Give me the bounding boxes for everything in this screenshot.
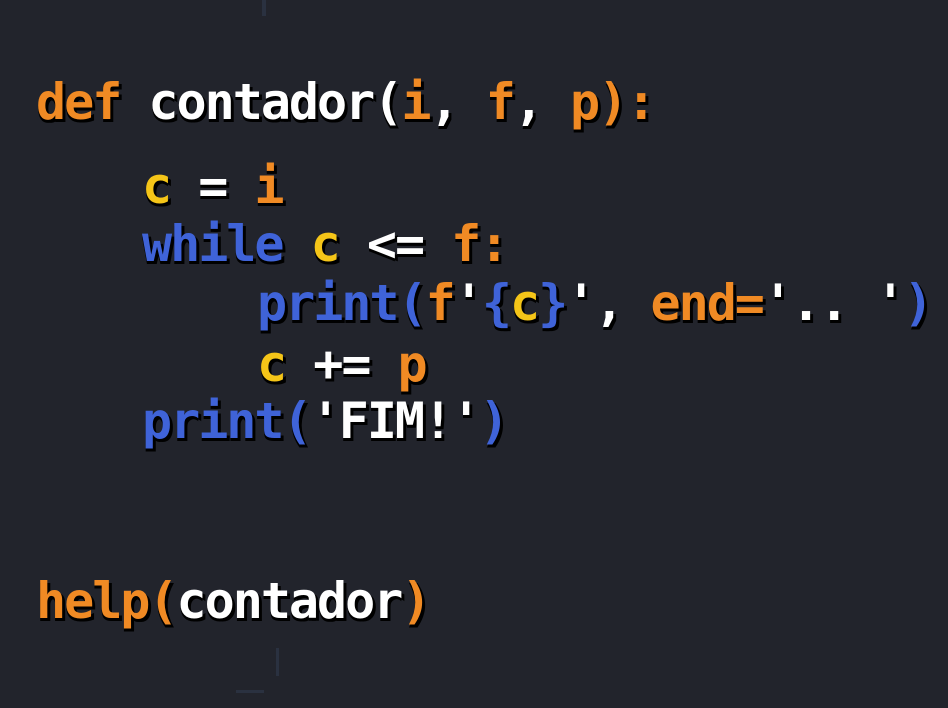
code-token-keyword: def: [36, 73, 149, 131]
code-token-keyword: ):: [598, 73, 656, 131]
artifact-mark-bottom-horizontal: [236, 690, 264, 693]
code-token-builtin: print(: [142, 392, 313, 450]
code-line-help-call: help(contador): [36, 571, 431, 631]
code-token-builtin: {: [481, 274, 512, 332]
code-token-keyword: :: [479, 215, 509, 273]
code-editor: def contador(i, f, p): c = i while c <= …: [0, 0, 948, 708]
code-token-keyword: p: [570, 73, 600, 131]
code-line-print-fim: print('FIM!'): [142, 391, 509, 451]
code-token-identifier: ',: [566, 274, 651, 332]
code-token-identifier: 'FIM!': [310, 392, 482, 450]
code-token-identifier: contador: [176, 572, 404, 630]
code-token-keyword: =: [734, 274, 765, 332]
code-token-keyword: ): [401, 572, 431, 630]
code-token-variable: c: [310, 215, 341, 273]
code-token-keyword: p: [397, 335, 428, 393]
code-token-keyword: f: [451, 215, 481, 273]
code-token-builtin: print(: [257, 274, 428, 332]
artifact-mark-top: [262, 0, 266, 16]
code-token-keyword: i: [401, 73, 431, 131]
code-token-variable: c: [257, 335, 287, 393]
code-line-while: while c <= f:: [142, 214, 509, 274]
code-token-identifier: ,: [429, 73, 486, 131]
code-token-builtin: }: [538, 274, 568, 332]
code-token-variable: c: [142, 157, 172, 215]
code-token-builtin: ): [903, 274, 933, 332]
code-token-keyword: f: [485, 73, 516, 131]
code-token-builtin: ): [479, 392, 509, 450]
code-line-print-c: print(f'{c}', end='.. '): [257, 273, 934, 333]
code-token-identifier: '.. ': [762, 274, 906, 332]
code-line-def-contador: def contador(i, f, p):: [36, 72, 656, 132]
artifact-mark-bottom-vertical: [276, 648, 279, 676]
code-token-identifier: ,: [513, 73, 571, 131]
code-token-keyword: help(: [36, 572, 179, 630]
code-line-increment-c: c += p: [257, 334, 428, 394]
code-token-identifier: ': [453, 274, 484, 332]
code-token-variable: c: [509, 274, 540, 332]
code-token-keyword: i: [254, 157, 284, 215]
code-token-identifier: +=: [285, 335, 398, 393]
code-token-identifier: =: [170, 157, 255, 215]
code-token-builtin: while: [142, 215, 311, 273]
code-token-keyword: f: [425, 274, 456, 332]
code-token-identifier: <=: [338, 215, 452, 273]
code-line-assign-c: c = i: [142, 156, 285, 216]
code-token-keyword: end: [650, 274, 736, 332]
code-token-identifier: contador(: [148, 73, 403, 131]
